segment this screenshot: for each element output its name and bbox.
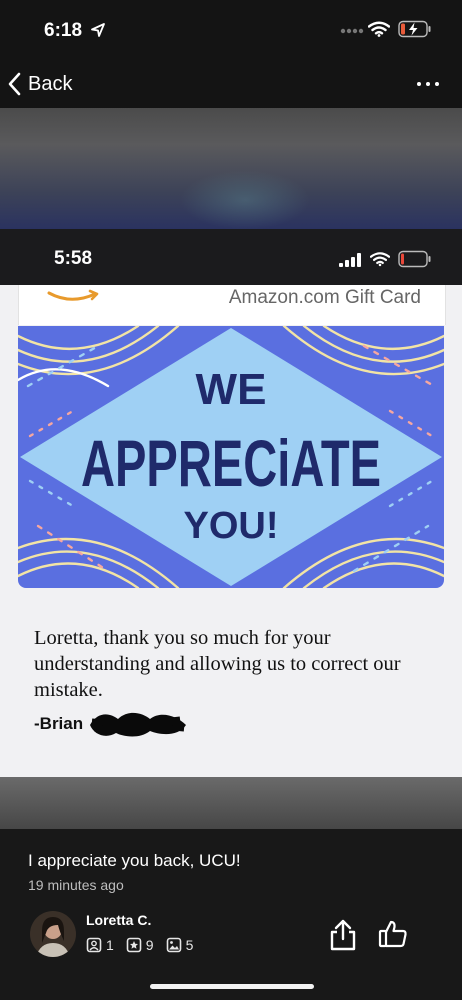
- inner-status-bar: 5:58: [0, 229, 462, 285]
- author-stats: 1 9 5: [86, 937, 199, 953]
- cellular-dots-icon: [340, 28, 364, 34]
- post-details-panel: I appreciate you back, UCU! 19 minutes a…: [0, 829, 462, 1000]
- post-caption: I appreciate you back, UCU!: [28, 851, 241, 870]
- redaction-scribble: [90, 712, 186, 737]
- photos-count: 5: [185, 937, 194, 953]
- inner-status-time: 5:58: [54, 248, 93, 269]
- photos-stat: 5: [166, 937, 194, 953]
- posted-screenshot[interactable]: 5:58 Amazon.com Gift Card WE APPRECiATE …: [0, 229, 462, 777]
- gift-card-title: Amazon.com Gift Card: [228, 287, 421, 308]
- amazon-smile-logo: [47, 289, 99, 301]
- nav-bar: Back: [0, 62, 462, 108]
- battery-charging-icon: [398, 20, 431, 38]
- photo-icon: [166, 937, 181, 953]
- back-button[interactable]: Back: [8, 68, 72, 100]
- status-time: 6:18: [44, 20, 83, 41]
- status-bar: 6:18: [0, 0, 462, 62]
- reviews-stat: 1: [86, 937, 114, 953]
- back-label: Back: [28, 72, 73, 95]
- chevron-left-icon: [8, 72, 21, 96]
- star-icon: [126, 937, 142, 953]
- wifi-icon: [370, 252, 390, 267]
- gift-card-header: Amazon.com Gift Card: [18, 285, 446, 325]
- stars-count: 9: [145, 937, 154, 953]
- blurred-glow: [180, 170, 310, 230]
- author-name[interactable]: Loretta C.: [86, 912, 151, 928]
- gift-message: Loretta, thank you so much for your unde…: [34, 627, 401, 701]
- blurred-image-band-bottom: [0, 777, 462, 829]
- we-appreciate-you-card-art: WE APPRECiATE YOU!: [18, 326, 444, 588]
- card-text-you: YOU!: [184, 505, 279, 547]
- battery-low-icon: [398, 250, 431, 268]
- wifi-icon: [368, 21, 390, 37]
- review-icon: [86, 937, 102, 953]
- location-arrow-icon: [91, 23, 105, 37]
- signature: -Brian: [34, 714, 84, 733]
- cellular-icon: [339, 253, 361, 267]
- share-icon[interactable]: [328, 919, 358, 951]
- post-timestamp: 19 minutes ago: [28, 877, 124, 893]
- reviews-count: 1: [106, 937, 114, 953]
- card-text-appreciate: APPRECiATE: [81, 426, 381, 500]
- thumbs-up-icon[interactable]: [378, 919, 408, 949]
- more-icon[interactable]: [410, 70, 446, 98]
- card-text-we: WE: [196, 365, 267, 414]
- home-indicator: [150, 984, 314, 989]
- avatar[interactable]: [30, 911, 76, 957]
- stars-stat: 9: [126, 937, 154, 953]
